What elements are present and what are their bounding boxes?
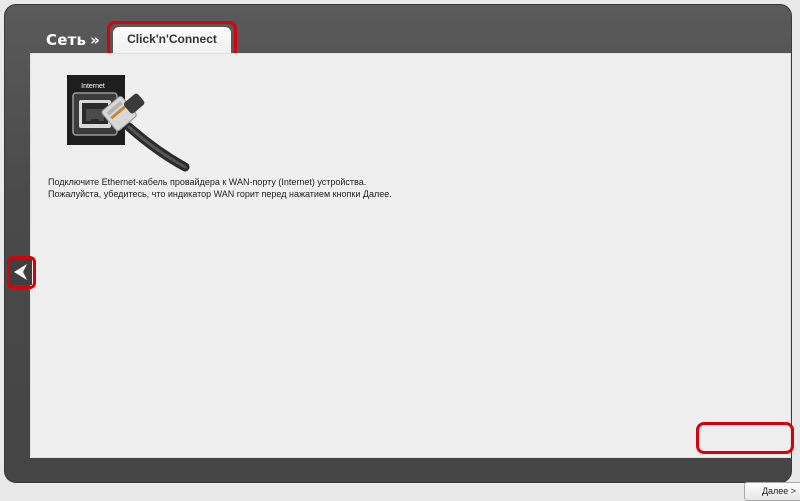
back-button[interactable] <box>10 259 32 285</box>
instruction-line-1: Подключите Ethernet-кабель провайдера к … <box>48 177 367 187</box>
wan-port-label: Internet <box>81 83 105 90</box>
instructions-text: Подключите Ethernet-кабель провайдера к … <box>48 176 392 200</box>
tab-click-n-connect[interactable]: Click'n'Connect <box>113 27 231 56</box>
breadcrumb: Сеть» <box>46 31 100 49</box>
breadcrumb-section[interactable]: Сеть <box>46 31 86 49</box>
back-arrow-icon <box>14 264 27 280</box>
ethernet-cable-icon: Internet <box>67 75 190 172</box>
next-button[interactable]: Далее > <box>744 482 800 501</box>
breadcrumb-separator: » <box>90 31 101 49</box>
main-content-panel: Internet Подключите Ethernet-кабель пров… <box>30 53 800 501</box>
instruction-line-2: Пожалуйста, убедитесь, что индикатор WAN… <box>48 189 392 199</box>
